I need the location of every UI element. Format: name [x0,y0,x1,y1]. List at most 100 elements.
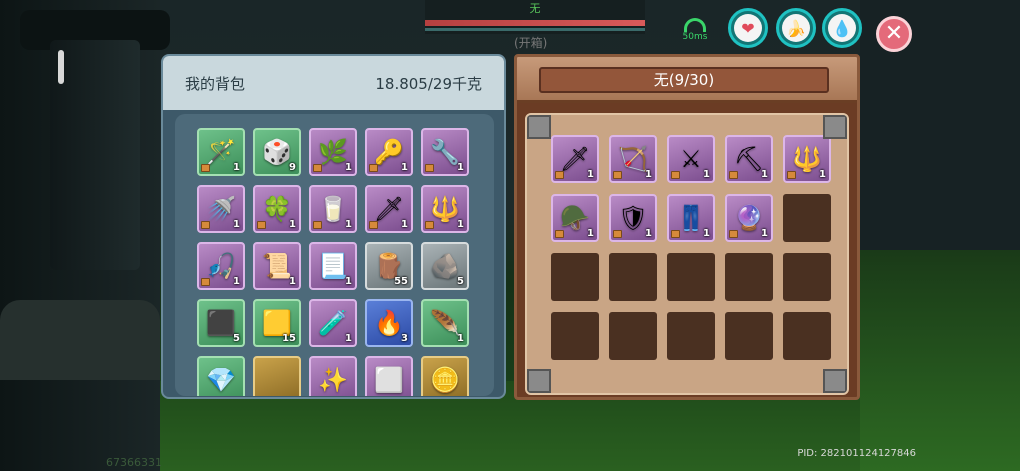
chest-empty-slot[interactable] [783,194,831,242]
backpack-title: 我的背包 [185,74,246,93]
chest-empty-slot[interactable] [783,312,831,360]
magic-wand-icon: 🪄 [206,138,236,166]
chest-empty-slot[interactable] [725,312,773,360]
chest-slot-crystal-spear[interactable]: 🔱 1 [783,135,831,183]
ornate-mirror-icon: 🔮 [734,204,764,232]
item-count: 1 [289,219,296,230]
backpack-slot-staff[interactable]: 🔧 1 [421,128,469,176]
item-count: 1 [703,169,710,180]
gold-ore-icon: 🟨 [262,309,292,337]
brass-key-icon: 🔑 [374,138,404,166]
backpack-slot-green-blade[interactable]: 🌿 1 [309,128,357,176]
backpack-slot-milk-carton[interactable]: 🥛 1 [309,185,357,233]
chest-empty-slot[interactable] [551,312,599,360]
backpack-slot-watering-can[interactable]: 🚿 1 [197,185,245,233]
chest-slot-ornate-mirror[interactable]: 🔮 1 [725,194,773,242]
watering-can-icon: 🚿 [206,195,236,223]
red-scepter-icon: 🗡 [373,195,405,223]
close-icon: ✕ [884,21,904,46]
player-id: PID: 282101124127846 [797,448,916,459]
backpack-slot-gold-coin[interactable]: 🪙 [421,356,469,396]
backpack-weight: 18.805/29千克 [375,74,482,93]
item-count: 1 [233,219,240,230]
item-count: 1 [401,219,408,230]
chest-slot-dragon-leggings[interactable]: 👖 1 [667,194,715,242]
backpack-slot-fishing-rod[interactable]: 🎣 1 [197,242,245,290]
item-count: 1 [587,228,594,239]
item-count: 1 [645,228,652,239]
lock-icon [555,171,564,179]
item-count: 1 [345,162,352,173]
chest-status-label: (开箱) [514,36,548,50]
item-count: 1 [457,333,464,344]
dragon-helmet-icon: 🪖 [560,204,590,232]
wood-log-icon: 🪵 [374,252,404,280]
health-status: ❤ [728,8,768,48]
item-count: 1 [345,219,352,230]
backpack-slot-gold-ore[interactable]: 🟨 15 [253,299,301,347]
chest-slot-dagger[interactable]: 🗡 1 [551,135,599,183]
backpack-slot-item-partial-2[interactable] [253,356,301,396]
clover-icon: 🍀 [262,195,292,223]
backpack-slot-blue-potion[interactable]: 🧪 1 [309,299,357,347]
copper-ore-icon: 🪨 [430,252,460,280]
item-count: 1 [645,169,652,180]
chest-slot-dragon-armor[interactable]: 🛡 1 [609,194,657,242]
network-indicator: 50ms [680,18,710,42]
backpack-slot-crystal-shard[interactable]: 💎 [197,356,245,396]
chest-panel: 无(9/30) 🗡 1 🏹 1 ⚔ 1 ⛏ 1 🔱 1 🪖 1 🛡 1 👖 1 🔮 1 [514,54,860,400]
chest-slot-broadsword[interactable]: ⚔ 1 [667,135,715,183]
chest-empty-slot[interactable] [609,253,657,301]
backpack-slot-item-partial-4[interactable]: ⬜ [365,356,413,396]
chest-corner-bracket [527,115,551,139]
backpack-grid-scroll[interactable]: 🪄 1 🎲 9 🌿 1 🔑 1 🔧 1 🚿 1 🍀 1 🥛 1 🗡 1 🔱 1 🎣 1 📜 1 📃 1 🪵 55 🪨 5 ⬛ 5 🟨 15 🧪 1 🔥 3… [175,114,494,396]
staff-icon: 🔧 [430,138,460,166]
item-count: 1 [289,276,296,287]
chest-corner-bracket [823,115,847,139]
lock-icon [425,164,434,172]
lock-icon [729,230,738,238]
backpack-slot-scroll[interactable]: 📃 1 [309,242,357,290]
side-menu-handle[interactable] [58,50,64,84]
backpack-slot-brass-key[interactable]: 🔑 1 [365,128,413,176]
paper-icon: 📜 [262,252,292,280]
item-count: 1 [457,162,464,173]
lock-icon [201,164,210,172]
backpack-slot-spear[interactable]: 🔱 1 [421,185,469,233]
item-count: 1 [761,228,768,239]
chest-slot-pickaxe[interactable]: ⛏ 1 [725,135,773,183]
chest-slot-bow[interactable]: 🏹 1 [609,135,657,183]
background-grass-right [860,250,1020,471]
chest-empty-slot[interactable] [783,253,831,301]
chest-header: 无(9/30) [517,57,857,103]
chest-empty-slot[interactable] [667,312,715,360]
chest-empty-slot[interactable] [609,312,657,360]
backpack-slot-paper[interactable]: 📜 1 [253,242,301,290]
backpack-slot-copper-ore[interactable]: 🪨 5 [421,242,469,290]
scroll-icon: 📃 [318,252,348,280]
dragon-leggings-icon: 👖 [676,204,706,232]
backpack-slot-red-scepter[interactable]: 🗡 1 [365,185,413,233]
lock-icon [313,221,322,229]
chest-empty-slot[interactable] [725,253,773,301]
chest-grid: 🗡 1 🏹 1 ⚔ 1 ⛏ 1 🔱 1 🪖 1 🛡 1 👖 1 🔮 1 [551,135,847,360]
backpack-slot-wood-log[interactable]: 🪵 55 [365,242,413,290]
gold-coin-icon: 🪙 [430,366,460,394]
bow-icon: 🏹 [618,145,648,173]
close-button[interactable]: ✕ [876,16,912,52]
item-count: 1 [401,162,408,173]
backpack-slot-item-partial-3[interactable]: ✨ [309,356,357,396]
lock-icon [787,171,796,179]
chest-empty-slot[interactable] [667,253,715,301]
backpack-slot-magic-wand[interactable]: 🪄 1 [197,128,245,176]
backpack-slot-coal[interactable]: ⬛ 5 [197,299,245,347]
backpack-slot-clover[interactable]: 🍀 1 [253,185,301,233]
chest-empty-slot[interactable] [551,253,599,301]
chest-slot-dragon-helmet[interactable]: 🪖 1 [551,194,599,242]
dagger-icon: 🗡 [559,145,591,173]
chest-grid-scroll[interactable]: 🗡 1 🏹 1 ⚔ 1 ⛏ 1 🔱 1 🪖 1 🛡 1 👖 1 🔮 1 [525,113,849,395]
backpack-slot-feather[interactable]: 🪶 1 [421,299,469,347]
backpack-slot-fire-crystal[interactable]: 🔥 3 [365,299,413,347]
item-count: 5 [457,276,464,287]
backpack-slot-dice[interactable]: 🎲 9 [253,128,301,176]
